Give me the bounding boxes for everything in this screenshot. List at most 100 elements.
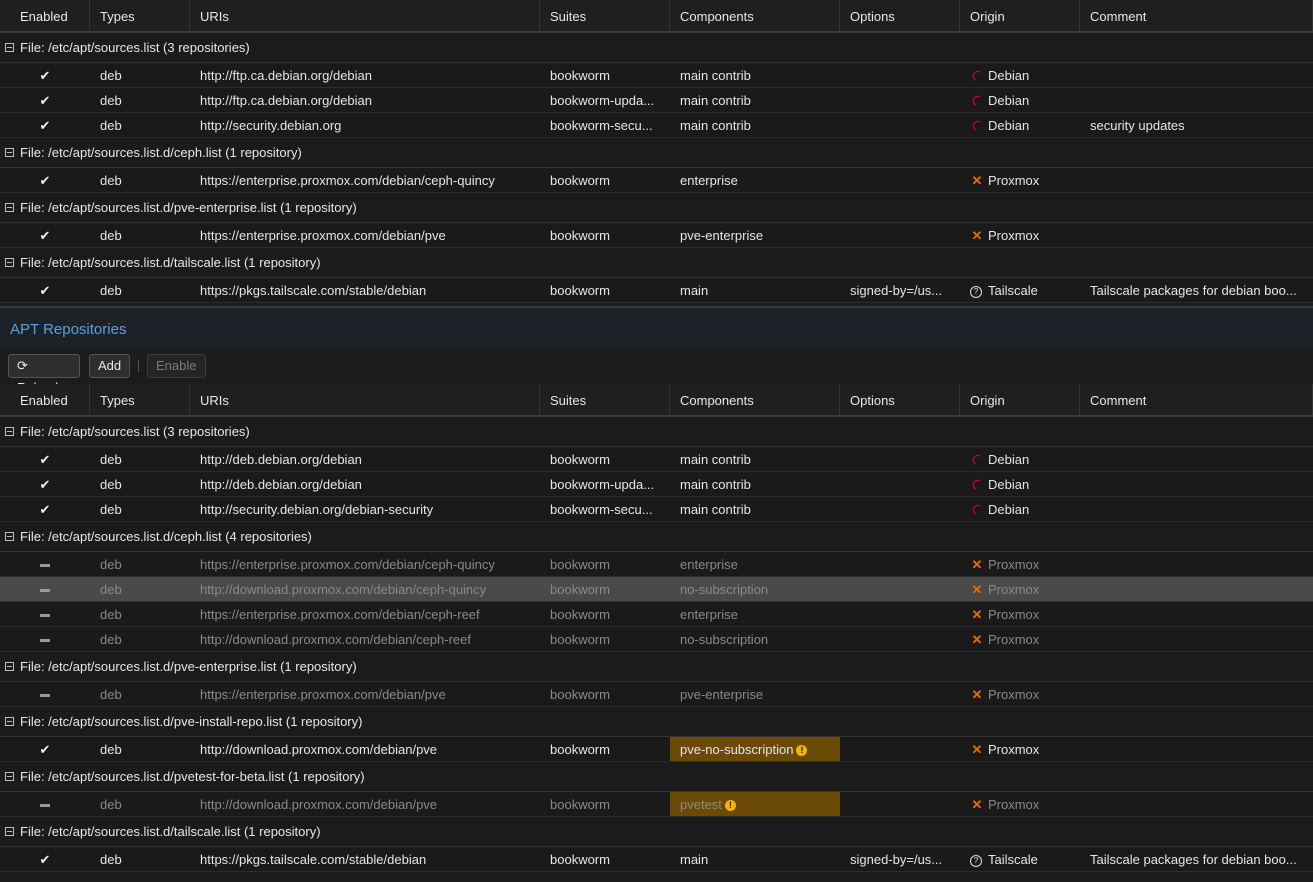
suite-cell: bookworm <box>550 228 610 243</box>
enabled-cell[interactable]: ✔ <box>0 847 90 871</box>
table-row[interactable]: ✔ deb http://security.debian.org bookworm-s… <box>0 113 1313 138</box>
collapse-icon[interactable] <box>5 827 14 836</box>
table-row[interactable]: ✔ deb https://enterprise.proxmox.com/debia… <box>0 168 1313 193</box>
enabled-cell[interactable] <box>0 602 90 626</box>
components-text: enterprise <box>680 557 738 572</box>
table-row[interactable]: ✔ deb https://pkgs.tailscale.com/stable/de… <box>0 847 1313 872</box>
collapse-icon[interactable] <box>5 43 14 52</box>
column-header-suites[interactable]: Suites <box>540 0 670 31</box>
comment-cell <box>1080 737 1313 761</box>
components-text: main contrib <box>680 502 751 517</box>
enabled-cell[interactable]: ✔ <box>0 447 90 471</box>
enabled-cell[interactable]: ✔ <box>0 88 90 112</box>
components-cell: main contrib <box>670 113 840 137</box>
comment-cell <box>1080 602 1313 626</box>
collapse-icon[interactable] <box>5 772 14 781</box>
enabled-cell[interactable] <box>0 792 90 816</box>
components-text: main <box>680 283 709 298</box>
column-header-comment[interactable]: Comment <box>1080 0 1313 31</box>
column-header-options[interactable]: Options <box>840 384 960 415</box>
enabled-cell[interactable]: ✔ <box>0 168 90 192</box>
column-header-types[interactable]: Types <box>90 384 190 415</box>
check-icon: ✔ <box>39 93 51 108</box>
group-header[interactable]: File: /etc/apt/sources.list.d/pve-enterp… <box>0 652 1313 682</box>
column-header-enabled[interactable]: Enabled <box>0 0 90 31</box>
table-row[interactable]: ✔ deb http://deb.debian.org/debian bookworm… <box>0 447 1313 472</box>
enabled-cell[interactable]: ✔ <box>0 113 90 137</box>
type-cell: deb <box>100 632 122 647</box>
enabled-cell[interactable]: ✔ <box>0 737 90 761</box>
table-row[interactable]: ✔ deb http://security.debian.org/debian-se… <box>0 497 1313 522</box>
check-icon: ✔ <box>39 742 51 757</box>
proxmox-icon: ✕ <box>971 228 983 243</box>
group-header[interactable]: File: /etc/apt/sources.list.d/pve-instal… <box>0 707 1313 737</box>
table-row[interactable]: deb https://enterprise.proxmox.com/debian… <box>0 602 1313 627</box>
warning-icon: ! <box>796 745 808 757</box>
column-header-types[interactable]: Types <box>90 0 190 31</box>
origin-cell: ◠ Debian <box>960 113 1080 137</box>
table-row[interactable]: ✔ deb https://enterprise.proxmox.com/debia… <box>0 223 1313 248</box>
enabled-cell[interactable]: ✔ <box>0 223 90 247</box>
type-cell: deb <box>100 452 122 467</box>
origin-cell: ◠ Debian <box>960 447 1080 471</box>
group-header[interactable]: File: /etc/apt/sources.list.d/pve-enterp… <box>0 193 1313 223</box>
reload-button[interactable]: ⟳Reload <box>8 354 80 395</box>
group-header[interactable]: File: /etc/apt/sources.list.d/ceph.list … <box>0 522 1313 552</box>
check-icon: ✔ <box>39 228 51 243</box>
table-row[interactable]: deb https://enterprise.proxmox.com/debian… <box>0 682 1313 707</box>
group-header[interactable]: File: /etc/apt/sources.list.d/tailscale.… <box>0 817 1313 847</box>
collapse-icon[interactable] <box>5 258 14 267</box>
collapse-icon[interactable] <box>5 203 14 212</box>
column-header-uris[interactable]: URIs <box>190 384 540 415</box>
group-header[interactable]: File: /etc/apt/sources.list (3 repositor… <box>0 417 1313 447</box>
proxmox-icon: ✕ <box>971 173 983 188</box>
proxmox-icon: ✕ <box>971 582 983 597</box>
enabled-cell[interactable] <box>0 682 90 706</box>
enabled-cell[interactable] <box>0 627 90 651</box>
table-row[interactable]: deb http://download.proxmox.com/debian/pv… <box>0 792 1313 817</box>
options-cell <box>840 627 960 651</box>
collapse-icon[interactable] <box>5 427 14 436</box>
column-header-enabled[interactable]: Enabled <box>0 384 90 415</box>
table-row[interactable]: deb https://enterprise.proxmox.com/debian… <box>0 552 1313 577</box>
column-header-suites[interactable]: Suites <box>540 384 670 415</box>
group-header[interactable]: File: /etc/apt/sources.list.d/tailscale.… <box>0 248 1313 278</box>
column-header-uris[interactable]: URIs <box>190 0 540 31</box>
table-row[interactable]: ✔ deb http://ftp.ca.debian.org/debian bookw… <box>0 88 1313 113</box>
table-row[interactable]: deb http://download.proxmox.com/debian/ce… <box>0 577 1313 602</box>
type-cell: deb <box>100 797 122 812</box>
add-button[interactable]: Add <box>89 354 130 378</box>
enabled-cell[interactable] <box>0 577 90 601</box>
collapse-icon[interactable] <box>5 148 14 157</box>
group-header[interactable]: File: /etc/apt/sources.list.d/ceph.list … <box>0 138 1313 168</box>
collapse-icon[interactable] <box>5 532 14 541</box>
table-row[interactable]: ✔ deb http://download.proxmox.com/debian/p… <box>0 737 1313 762</box>
suite-cell: bookworm <box>550 173 610 188</box>
table-row[interactable]: ✔ deb https://pkgs.tailscale.com/stable/de… <box>0 278 1313 303</box>
collapse-icon[interactable] <box>5 662 14 671</box>
enable-button[interactable]: Enable <box>147 354 206 378</box>
enabled-cell[interactable] <box>0 552 90 576</box>
table-row[interactable]: ✔ deb http://deb.debian.org/debian bookworm… <box>0 472 1313 497</box>
column-header-components[interactable]: Components <box>670 384 840 415</box>
group-header[interactable]: File: /etc/apt/sources.list (3 repositor… <box>0 33 1313 63</box>
column-header-options[interactable]: Options <box>840 0 960 31</box>
group-label: File: /etc/apt/sources.list.d/pve-instal… <box>20 713 363 729</box>
column-header-origin[interactable]: Origin <box>960 0 1080 31</box>
group-header[interactable]: File: /etc/apt/sources.list.d/pvetest-fo… <box>0 762 1313 792</box>
enabled-cell[interactable]: ✔ <box>0 278 90 302</box>
column-header-comment[interactable]: Comment <box>1080 384 1313 415</box>
column-header-origin[interactable]: Origin <box>960 384 1080 415</box>
table-row[interactable]: deb http://download.proxmox.com/debian/ce… <box>0 627 1313 652</box>
collapse-icon[interactable] <box>5 717 14 726</box>
enabled-cell[interactable]: ✔ <box>0 472 90 496</box>
options-cell: signed-by=/us... <box>850 852 943 867</box>
enabled-cell[interactable]: ✔ <box>0 63 90 87</box>
enabled-cell[interactable]: ✔ <box>0 497 90 521</box>
column-header-components[interactable]: Components <box>670 0 840 31</box>
origin-cell: ◠ Debian <box>960 88 1080 112</box>
disabled-dash-icon <box>40 639 50 643</box>
options-cell <box>840 602 960 626</box>
table-row[interactable]: ✔ deb http://ftp.ca.debian.org/debian bookw… <box>0 63 1313 88</box>
uri-cell: http://security.debian.org <box>200 118 342 133</box>
